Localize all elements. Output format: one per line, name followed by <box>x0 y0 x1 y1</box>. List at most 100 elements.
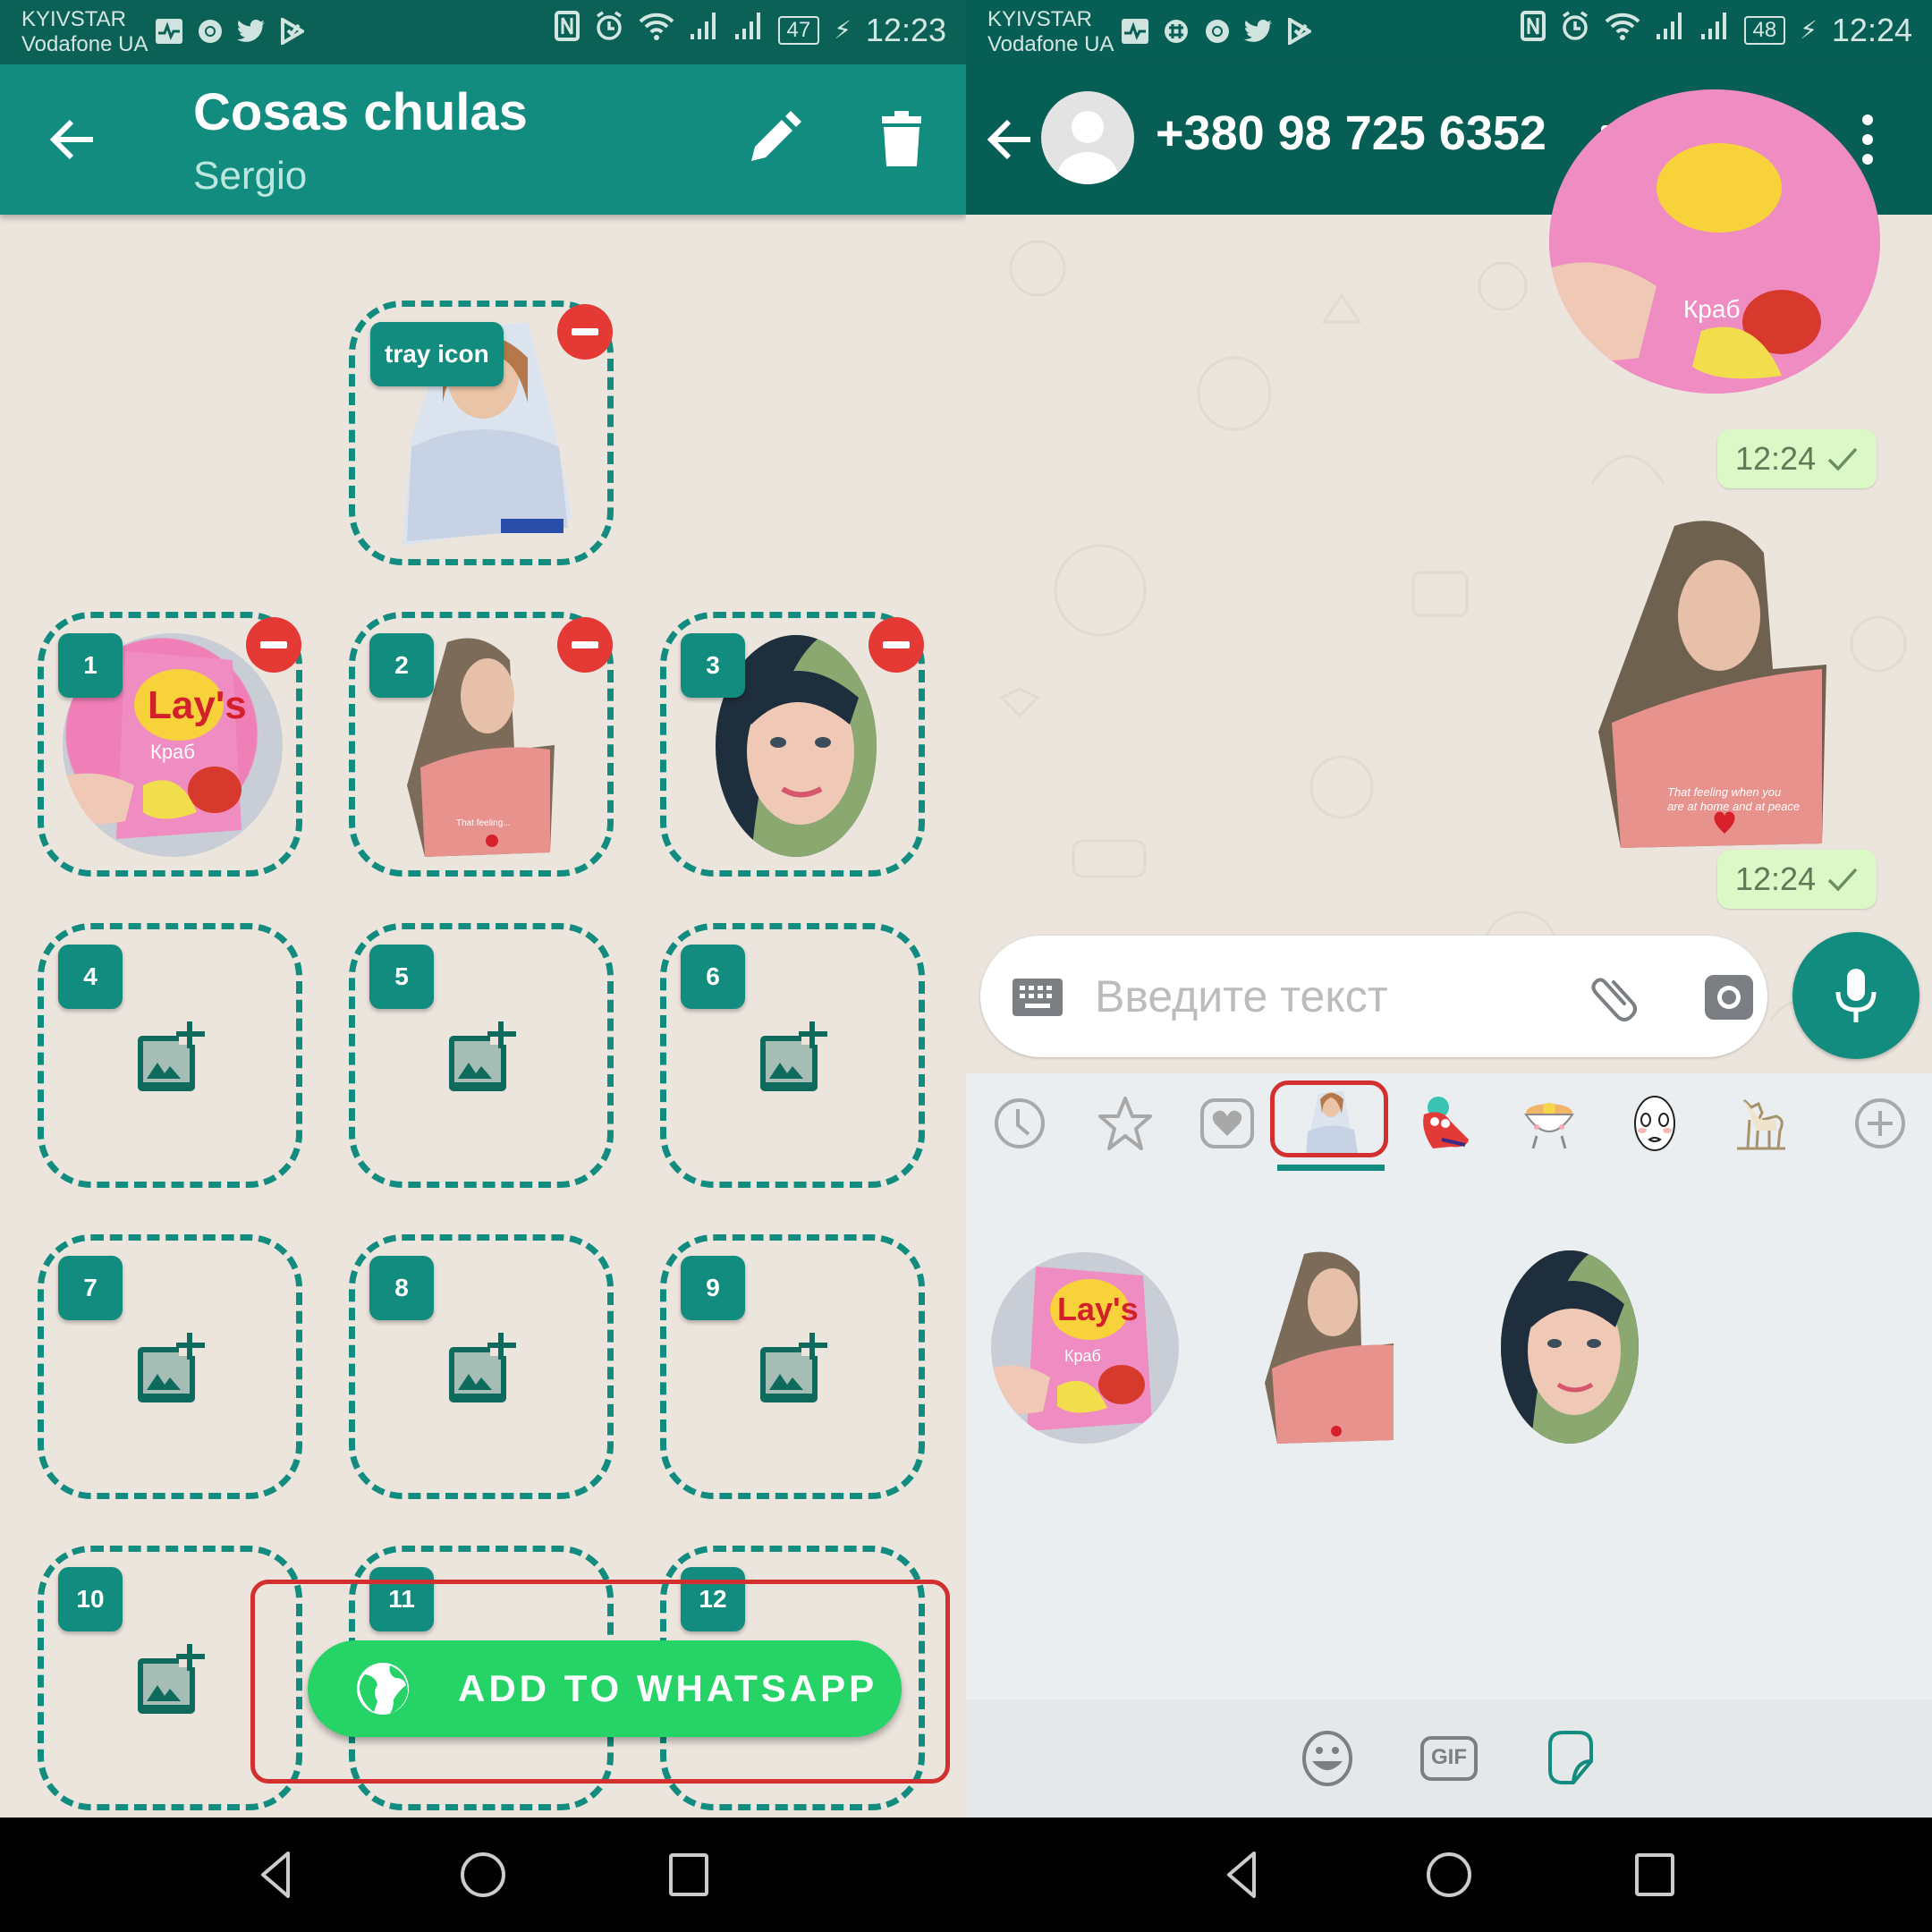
signal-icon-2 <box>1699 11 1730 49</box>
pack-title: Cosas chulas <box>193 83 528 141</box>
message-timestamp: 12:24 <box>1735 440 1817 477</box>
carrier-info: KYIVSTAR Vodafone UA <box>21 7 148 57</box>
sent-check-icon <box>1827 447 1858 471</box>
add-image-icon[interactable] <box>757 1020 832 1095</box>
remove-sticker-2-button[interactable] <box>557 617 613 673</box>
battery-level: 48 <box>1743 15 1786 45</box>
feedly-icon <box>277 16 308 47</box>
gif-label: GIF <box>1431 1745 1467 1769</box>
message-input[interactable] <box>1095 962 1542 1030</box>
android-nav-bar <box>966 1818 1932 1932</box>
back-arrow-icon[interactable] <box>45 111 102 168</box>
status-bar: KYIVSTAR Vodafone UA 48 ⚡ 12:24 <box>966 0 1932 64</box>
clock: 12:23 <box>865 11 946 48</box>
svg-text:That feeling when you: That feeling when you <box>1667 785 1781 799</box>
add-sticker-pack-button[interactable] <box>1844 1088 1916 1159</box>
sent-check-icon <box>1827 868 1858 892</box>
nav-home-icon[interactable] <box>1422 1848 1476 1902</box>
tray-icon-label: tray icon <box>370 322 504 386</box>
contact-name[interactable]: +380 98 725 6352 <box>1156 106 1546 161</box>
nav-home-icon[interactable] <box>456 1848 510 1902</box>
tab-recent[interactable] <box>984 1088 1055 1159</box>
attach-icon[interactable] <box>1585 968 1642 1025</box>
remove-sticker-1-button[interactable] <box>246 617 301 673</box>
clock: 12:24 <box>1831 11 1912 48</box>
slot-number-7: 7 <box>58 1256 123 1320</box>
chrome-icon <box>195 16 225 47</box>
gif-tab[interactable]: GIF <box>1419 1729 1479 1788</box>
slot-number-3: 3 <box>681 633 745 698</box>
charging-icon: ⚡ <box>834 16 852 44</box>
carrier-2: Vodafone UA <box>987 32 1114 56</box>
keyboard-icon[interactable] <box>1013 979 1063 1016</box>
signal-icon <box>689 11 719 49</box>
tray-thumbnail <box>1306 1090 1358 1157</box>
microphone-icon <box>1835 969 1877 1022</box>
nav-back-icon[interactable] <box>1216 1848 1270 1902</box>
svg-text:Lay's: Lay's <box>1057 1291 1139 1327</box>
slot-number-6: 6 <box>681 945 745 1009</box>
slot-number-2: 2 <box>369 633 434 698</box>
status-indicators: 47 ⚡ 12:23 <box>554 11 946 49</box>
contact-avatar[interactable] <box>1041 91 1134 184</box>
add-image-icon[interactable] <box>445 1020 521 1095</box>
add-image-icon[interactable] <box>445 1331 521 1406</box>
slot-number-5: 5 <box>369 945 434 1009</box>
delete-icon[interactable] <box>871 109 932 170</box>
pulse-icon <box>154 16 184 47</box>
picker-sticker-3[interactable] <box>1501 1250 1639 1444</box>
dog-sticker-icon <box>1737 1098 1785 1150</box>
slot-number-11: 11 <box>369 1567 434 1631</box>
message-time-1: 12:24 <box>1717 429 1877 488</box>
alarm-icon <box>594 11 624 49</box>
edit-icon[interactable] <box>742 109 803 170</box>
tab-favorites[interactable] <box>1089 1088 1161 1159</box>
tab-face-pack[interactable] <box>1619 1088 1690 1159</box>
remove-tray-icon-button[interactable] <box>557 304 613 360</box>
tab-red-creature-pack[interactable] <box>1408 1088 1479 1159</box>
tab-bowl-pack[interactable] <box>1513 1088 1585 1159</box>
add-image-icon[interactable] <box>134 1331 209 1406</box>
chips-flavor: Краб <box>1064 1347 1101 1365</box>
add-image-icon[interactable] <box>134 1020 209 1095</box>
picker-sticker-2[interactable] <box>1259 1249 1402 1445</box>
voice-message-button[interactable] <box>1792 932 1919 1059</box>
pulse-icon <box>1120 16 1150 47</box>
carrier-1: KYIVSTAR <box>987 7 1092 31</box>
sent-sticker-2[interactable]: That feeling when you are at home and at … <box>1594 517 1844 857</box>
feedly-icon <box>1284 16 1315 47</box>
add-to-whatsapp-label: ADD TO WHATSAPP <box>458 1667 878 1709</box>
tab-love[interactable] <box>1191 1088 1263 1159</box>
camera-icon[interactable] <box>1703 971 1755 1023</box>
message-time-2: 12:24 <box>1717 850 1877 909</box>
add-to-whatsapp-button[interactable]: ADD TO WHATSAPP <box>308 1640 902 1737</box>
add-image-icon[interactable] <box>757 1331 832 1406</box>
sent-sticker-1[interactable]: Краб <box>1549 89 1880 394</box>
slot-number-4: 4 <box>58 945 123 1009</box>
twitter-icon <box>1243 16 1274 47</box>
tab-dog-pack[interactable] <box>1724 1088 1796 1159</box>
whatsapp-chat-screen: KYIVSTAR Vodafone UA 48 ⚡ 12:24 +380 98 … <box>966 0 1932 1932</box>
tab-cosas-chulas-pack[interactable] <box>1275 1084 1386 1159</box>
carrier-2: Vodafone UA <box>21 32 148 56</box>
android-nav-bar <box>0 1818 966 1932</box>
active-tab-indicator <box>1277 1165 1385 1171</box>
signal-icon <box>1655 11 1685 49</box>
back-arrow-icon[interactable] <box>982 111 1039 168</box>
plus-icon <box>1855 1098 1905 1148</box>
slot-number-9: 9 <box>681 1256 745 1320</box>
remove-sticker-3-button[interactable] <box>869 617 924 673</box>
picker-sticker-1[interactable]: Lay's Краб <box>991 1252 1179 1444</box>
sticker-tab-icon[interactable] <box>1541 1729 1600 1788</box>
emoji-tab-icon[interactable] <box>1298 1729 1357 1788</box>
face-sticker-icon <box>1634 1096 1675 1151</box>
nfc-icon <box>554 11 580 49</box>
add-image-icon[interactable] <box>134 1642 209 1717</box>
app-bar: Cosas chulas Sergio <box>0 64 966 215</box>
nav-recents-icon[interactable] <box>662 1848 716 1902</box>
chips-flavor: Краб <box>1683 295 1741 323</box>
nav-back-icon[interactable] <box>250 1848 304 1902</box>
heart-sticker-icon <box>1200 1098 1254 1148</box>
nav-recents-icon[interactable] <box>1628 1848 1682 1902</box>
sticker-pack-tabs <box>966 1073 1932 1172</box>
